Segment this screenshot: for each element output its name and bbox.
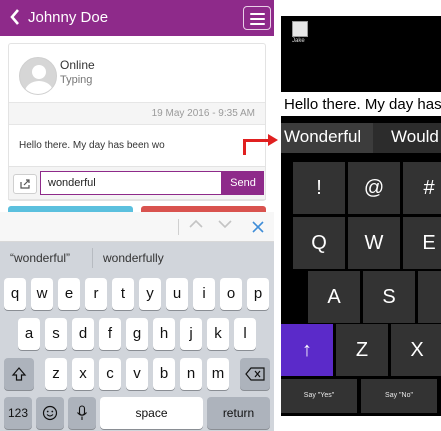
windows-chat-screen: Jake Hello there. My day has Wonderful W… [281, 16, 441, 416]
key[interactable]: c [99, 358, 121, 390]
key[interactable]: g [126, 318, 148, 350]
contact-name: Jake [292, 38, 305, 44]
timestamp-row: 19 May 2016 - 9:35 AM [9, 103, 265, 125]
suggestion-item[interactable]: “wonderful” [10, 251, 70, 265]
suggestion-item[interactable]: Wonderful [284, 127, 361, 147]
key[interactable]: l [234, 318, 256, 350]
key[interactable]: f [99, 318, 121, 350]
shift-icon[interactable] [4, 358, 34, 390]
suggestion-item[interactable]: Would [391, 127, 439, 147]
key[interactable]: j [180, 318, 202, 350]
annotation-arrow [243, 141, 246, 155]
key[interactable]: q [4, 278, 26, 310]
key[interactable]: E [403, 217, 441, 269]
chat-header: Johnny Doe [0, 0, 274, 36]
key[interactable]: i [193, 278, 215, 310]
message-bar: Hello there. My day has [281, 92, 441, 116]
key[interactable]: o [220, 278, 242, 310]
key[interactable]: # [403, 162, 441, 214]
key[interactable]: h [153, 318, 175, 350]
key-partial[interactable] [418, 271, 441, 323]
key[interactable]: @ [348, 162, 400, 214]
close-icon[interactable] [251, 216, 265, 239]
key[interactable]: A [308, 271, 360, 323]
chevron-down-icon[interactable] [218, 218, 232, 232]
key[interactable]: u [166, 278, 188, 310]
key[interactable]: v [126, 358, 148, 390]
key[interactable]: n [180, 358, 202, 390]
share-icon[interactable] [13, 174, 37, 194]
key[interactable]: W [348, 217, 400, 269]
key[interactable]: Z [336, 324, 388, 376]
send-button[interactable]: Send [222, 171, 264, 195]
avatar [292, 21, 308, 37]
key[interactable]: z [45, 358, 67, 390]
backspace-icon[interactable] [240, 358, 270, 390]
return-key[interactable]: return [207, 397, 270, 429]
annotation-arrow-head [268, 134, 278, 146]
contact-status: Online [60, 58, 95, 72]
key[interactable]: a [18, 318, 40, 350]
say-yes-button[interactable]: Say "Yes" [281, 379, 357, 413]
message-text: Hello there. My day has [284, 96, 441, 113]
message-timestamp: 19 May 2016 - 9:35 AM [151, 108, 255, 119]
suggestion-row: Wonderful Would [281, 123, 441, 153]
annotation-arrow [243, 139, 269, 142]
chevron-left-icon[interactable] [9, 8, 25, 28]
message-input[interactable]: wonderful [40, 171, 222, 195]
emoji-icon[interactable] [36, 397, 64, 429]
key[interactable]: p [247, 278, 269, 310]
key[interactable]: w [31, 278, 53, 310]
hamburger-menu-icon[interactable] [243, 6, 271, 30]
key[interactable]: t [112, 278, 134, 310]
key[interactable]: d [72, 318, 94, 350]
key[interactable]: m [207, 358, 229, 390]
key[interactable]: Q [293, 217, 345, 269]
key[interactable]: S [363, 271, 415, 323]
key[interactable]: k [207, 318, 229, 350]
shift-key[interactable]: ↑ [281, 324, 333, 376]
contact-title: Johnny Doe [28, 9, 109, 26]
avatar [19, 57, 57, 95]
key[interactable]: r [85, 278, 107, 310]
keyboard-toolbar [0, 212, 274, 242]
ios-keyboard: “wonderful” wonderfully q w e r t y u i … [0, 212, 274, 431]
key[interactable]: x [72, 358, 94, 390]
key[interactable]: s [45, 318, 67, 350]
key[interactable]: e [58, 278, 80, 310]
numbers-key[interactable]: 123 [4, 397, 32, 429]
suggestion-item[interactable]: wonderfully [103, 251, 164, 265]
key[interactable]: X [391, 324, 441, 376]
typing-indicator: Typing [60, 74, 93, 86]
key[interactable]: b [153, 358, 175, 390]
message-text: Hello there. My day has been wo [19, 140, 165, 151]
chevron-up-icon[interactable] [189, 218, 203, 232]
ios-chat-screen: Johnny Doe Online Typing 19 May 2016 - 9… [0, 0, 274, 431]
space-key[interactable]: space [100, 397, 203, 429]
composer: wonderful Send [8, 166, 266, 200]
key[interactable]: y [139, 278, 161, 310]
microphone-icon[interactable] [68, 397, 96, 429]
key[interactable]: ! [293, 162, 345, 214]
suggestion-bar: “wonderful” wonderfully [0, 242, 274, 274]
say-no-button[interactable]: Say "No" [361, 379, 437, 413]
